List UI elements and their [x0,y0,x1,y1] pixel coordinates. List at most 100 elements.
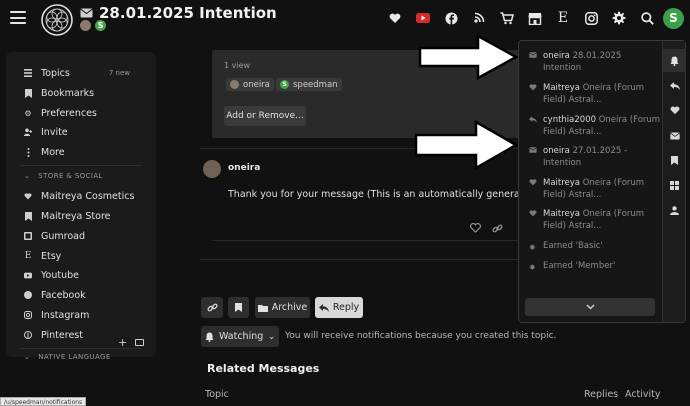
archive-button[interactable]: Archive [255,297,310,318]
annotation-arrow [418,34,519,80]
tab-replies[interactable] [663,74,686,97]
sidebar-item-label: Maitreya Store [41,210,111,222]
notifications-tabs [662,41,686,322]
notification-item[interactable]: Maitreya Oneira (Forum Field) Astral... [529,177,662,201]
section-native-language[interactable]: ⌄ NATIVE LANGUAGE [24,353,111,361]
view-all-notifications-button[interactable] [525,298,655,316]
topic-participants: S [80,20,106,31]
chevron-down-icon: ⌄ [24,353,31,361]
column-header-topic[interactable]: Topic [205,389,229,400]
link-icon[interactable] [491,222,503,234]
envelope-icon [529,50,537,74]
youtube-icon[interactable] [415,10,431,26]
like-heart-icon[interactable] [469,222,481,234]
notification-item[interactable]: cynthia2000 Oneira (Forum Field) Astral.… [529,114,662,138]
notification-level-dropdown[interactable]: Watching ⌄ [201,326,279,347]
podcast-icon[interactable] [471,10,487,26]
instagram-icon [24,311,32,319]
heart-icon [24,192,32,200]
notification-item[interactable]: oneira 28.01.2025 Intention [529,50,662,74]
post-username[interactable]: oneira [228,163,260,173]
heart-icon[interactable] [387,10,403,26]
etsy-icon: E [24,251,32,261]
sidebar-item-gumroad[interactable]: Gumroad [24,228,85,244]
sidebar-item-label: Etsy [41,250,62,262]
post-body: Thank you for your message (This is an a… [228,189,518,200]
add-section-icon[interactable]: + [118,336,127,349]
heart-icon [529,82,537,106]
reply-icon [529,114,537,138]
topic-title[interactable]: 28.01.2025 Intention [99,4,277,22]
sidebar-item-pinterest[interactable]: Pinterest [24,327,83,343]
badge-icon: ✸ [529,243,536,252]
pinterest-icon [24,331,32,339]
facebook-icon[interactable] [443,10,459,26]
sidebar-item-topics[interactable]: Topics [24,65,70,81]
sidebar-item-youtube[interactable]: Youtube [24,267,79,283]
share-link-button[interactable] [201,297,223,318]
reply-button[interactable]: Reply [315,297,363,318]
chevron-down-icon: ⌄ [24,172,31,180]
participant-chip[interactable]: oneira [226,78,274,91]
column-header-replies[interactable]: Replies [584,389,618,400]
tab-likes[interactable] [663,99,686,122]
related-messages-title: Related Messages [207,362,320,375]
sidebar-item-preferences[interactable]: ⚙ Preferences [24,105,96,121]
add-or-remove-button[interactable]: Add or Remove... [224,106,306,126]
more-icon [24,147,32,157]
sidebar-item-label: Topics [41,67,70,79]
bookmark-icon [24,88,32,98]
cart-icon[interactable] [499,10,515,26]
notifications-panel: oneira 28.01.2025 Intention Maitreya One… [518,40,686,323]
sidebar-item-label: More [41,146,65,158]
tab-other[interactable] [663,174,686,197]
tab-messages[interactable] [663,124,686,147]
instagram-icon[interactable] [583,10,599,26]
topics-count: 7 new [108,69,130,77]
hamburger-menu-icon[interactable] [10,11,26,24]
search-icon[interactable] [639,10,655,26]
user-avatar[interactable]: S [663,8,684,29]
notification-item[interactable]: Maitreya Oneira (Forum Field) Astral... [529,82,662,106]
sidebar-item-maitreya-cosmetics[interactable]: Maitreya Cosmetics [24,188,134,204]
site-logo[interactable] [40,3,74,37]
bookmark-icon [24,211,32,221]
bookmark-icon [671,156,678,165]
notification-item[interactable]: Maitreya Oneira (Forum Field) Astral... [529,208,662,232]
keyboard-icon[interactable] [135,339,144,346]
heart-icon [670,106,680,115]
chevron-down-icon [585,304,595,310]
tab-profile[interactable] [663,199,686,222]
sidebar-item-bookmarks[interactable]: Bookmarks [24,85,94,101]
store-icon[interactable] [527,10,543,26]
chevron-down-icon: ⌄ [268,332,275,341]
participant-chip[interactable]: S speedman [276,78,342,91]
sidebar-item-facebook[interactable]: Facebook [24,287,86,303]
participant-badge[interactable]: S [95,20,106,31]
avatar[interactable] [80,20,91,31]
etsy-icon[interactable]: E [555,10,571,26]
sidebar-item-label: Bookmarks [41,87,95,99]
gear-icon[interactable] [611,10,627,26]
sidebar-item-label: Instagram [41,309,90,321]
sidebar-item-etsy[interactable]: E Etsy [24,248,62,264]
sidebar-item-maitreya-store[interactable]: Maitreya Store [24,208,111,224]
tab-bookmarks[interactable] [663,149,686,172]
column-header-activity[interactable]: Activity [625,389,661,400]
avatar[interactable] [203,160,221,178]
sidebar-item-more[interactable]: More [24,144,65,160]
section-store-social[interactable]: ⌄ STORE & SOCIAL [24,172,103,180]
notification-item[interactable]: ✸ Earned 'Member' [529,260,662,274]
notification-item[interactable]: ✸ Earned 'Basic' [529,240,662,254]
bookmark-button[interactable] [228,297,249,318]
bell-icon [670,56,679,66]
sidebar-item-instagram[interactable]: Instagram [24,307,89,323]
invite-icon [24,128,32,136]
avatar [230,80,239,89]
sidebar-item-invite[interactable]: Invite [24,124,68,140]
view-count: 1 view [224,61,251,70]
tab-bell[interactable] [663,49,686,72]
notification-item[interactable]: oneira 27.01.2025 - Intention [529,145,662,169]
sidebar-item-label: Gumroad [41,230,85,242]
reply-icon [318,303,329,312]
